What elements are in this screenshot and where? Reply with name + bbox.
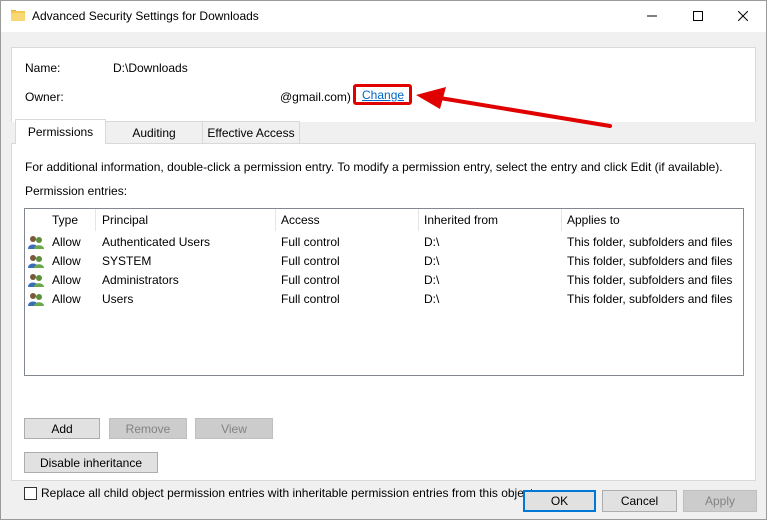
- tab-permissions-label: Permissions: [27, 125, 94, 139]
- disable-inheritance-button[interactable]: Disable inheritance: [24, 452, 158, 473]
- cell-principal: Administrators: [102, 273, 179, 287]
- cell-principal: SYSTEM: [102, 254, 152, 268]
- column-type[interactable]: Type: [47, 209, 96, 231]
- annotation-arrow: [416, 87, 612, 128]
- table-row[interactable]: Allow Users Full control D:\ This folder…: [25, 290, 743, 309]
- cell-access: Full control: [281, 235, 340, 249]
- cell-inherited: D:\: [424, 235, 440, 249]
- cell-type: Allow: [52, 254, 81, 268]
- add-button[interactable]: Add: [24, 418, 100, 439]
- minimize-button[interactable]: [629, 1, 675, 31]
- cell-inherited: D:\: [424, 273, 440, 287]
- folder-icon: [11, 10, 25, 21]
- maximize-icon: [693, 11, 703, 21]
- column-access[interactable]: Access: [276, 209, 419, 231]
- column-applies-to[interactable]: Applies to: [562, 209, 742, 231]
- ok-button[interactable]: OK: [523, 490, 596, 512]
- cell-access: Full control: [281, 292, 340, 306]
- tab-auditing[interactable]: Auditing: [105, 121, 203, 143]
- tab-auditing-label: Auditing: [132, 125, 176, 140]
- view-button[interactable]: View: [195, 418, 273, 439]
- maximize-button[interactable]: [675, 1, 721, 31]
- owner-change-link[interactable]: Change: [362, 88, 404, 102]
- tab-permissions[interactable]: Permissions: [15, 119, 106, 144]
- title-bar: Advanced Security Settings for Downloads: [1, 1, 766, 32]
- cell-type: Allow: [52, 235, 81, 249]
- permission-entries-list[interactable]: Type Principal Access Inherited from App…: [24, 208, 744, 376]
- cell-applies: This folder, subfolders and files: [567, 254, 733, 268]
- users-icon: [28, 236, 44, 249]
- name-label: Name:: [25, 61, 61, 75]
- cell-inherited: D:\: [424, 292, 440, 306]
- window-title: Advanced Security Settings for Downloads: [32, 9, 259, 23]
- name-value: D:\Downloads: [113, 61, 188, 75]
- remove-button[interactable]: Remove: [109, 418, 187, 439]
- table-row[interactable]: Allow SYSTEM Full control D:\ This folde…: [25, 252, 743, 271]
- column-inherited-from[interactable]: Inherited from: [419, 209, 562, 231]
- dialog-client: Name: D:\Downloads Owner: @gmail.com) Ch…: [1, 32, 766, 519]
- table-row[interactable]: Allow Administrators Full control D:\ Th…: [25, 271, 743, 290]
- cell-access: Full control: [281, 273, 340, 287]
- table-row[interactable]: Allow Authenticated Users Full control D…: [25, 233, 743, 252]
- owner-value: @gmail.com): [280, 90, 351, 104]
- owner-change-highlight: Change: [353, 84, 412, 105]
- entries-label: Permission entries:: [25, 184, 128, 198]
- cell-type: Allow: [52, 273, 81, 287]
- replace-child-permissions-checkbox[interactable]: [24, 487, 37, 500]
- cell-type: Allow: [52, 292, 81, 306]
- users-icon: [28, 255, 44, 268]
- cell-principal: Users: [102, 292, 134, 306]
- cancel-button[interactable]: Cancel: [602, 490, 677, 512]
- users-icon: [28, 274, 44, 287]
- permissions-tab-panel: For additional information, double-click…: [11, 143, 756, 500]
- cell-access: Full control: [281, 254, 340, 268]
- cell-inherited: D:\: [424, 254, 440, 268]
- owner-label: Owner:: [25, 90, 64, 104]
- tab-effective-access-label: Effective Access: [207, 125, 295, 140]
- tab-effective-access[interactable]: Effective Access: [202, 121, 300, 143]
- replace-child-permissions-label[interactable]: Replace all child object permission entr…: [41, 486, 533, 500]
- info-text: For additional information, double-click…: [25, 160, 723, 174]
- column-principal[interactable]: Principal: [97, 209, 276, 231]
- cell-applies: This folder, subfolders and files: [567, 292, 733, 306]
- advanced-security-window: Advanced Security Settings for Downloads…: [0, 0, 767, 520]
- apply-button[interactable]: Apply: [683, 490, 757, 512]
- users-icon: [28, 293, 44, 306]
- cell-applies: This folder, subfolders and files: [567, 235, 733, 249]
- close-button[interactable]: [720, 1, 766, 31]
- close-icon: [738, 11, 748, 21]
- cell-applies: This folder, subfolders and files: [567, 273, 733, 287]
- minimize-icon: [647, 15, 657, 17]
- cell-principal: Authenticated Users: [102, 235, 211, 249]
